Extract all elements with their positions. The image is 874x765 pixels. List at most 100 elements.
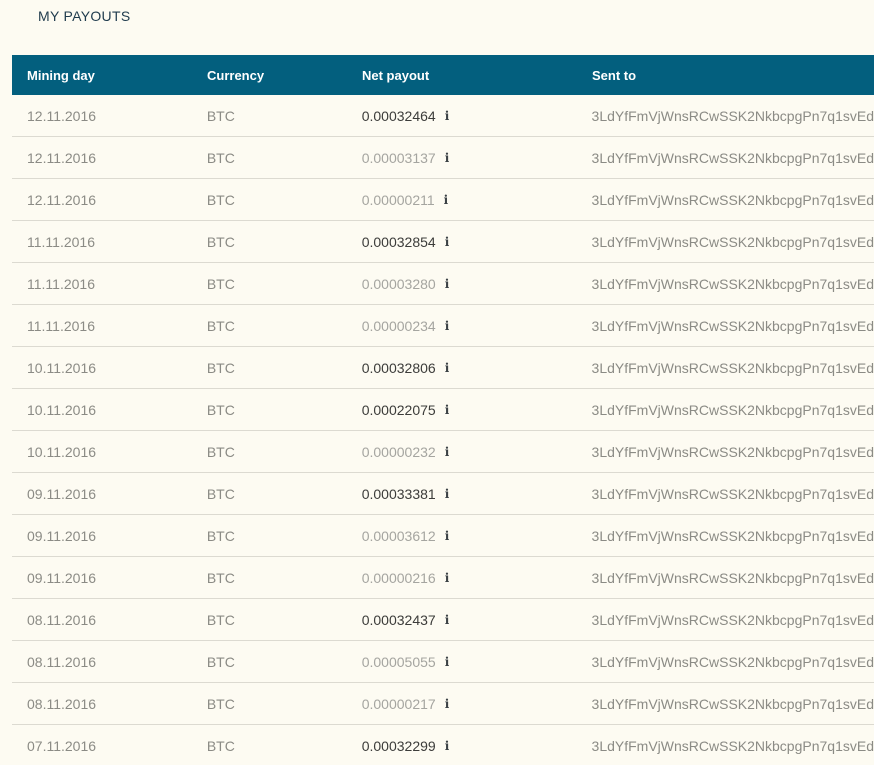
mining-day-cell: 09.11.2016 [27, 527, 97, 544]
info-icon[interactable]: i [445, 571, 450, 585]
table-row: 09.11.2016 BTC 0.00000216 i 3LdYfFmVjWnsRCwS… [12, 557, 874, 599]
payouts-page: MY PAYOUTS Mining day Currency Net payou… [0, 0, 874, 765]
net-payout-cell: 0.00032464 i [362, 108, 577, 124]
currency-cell: BTC [206, 611, 235, 628]
table-row: 10.11.2016 BTC 0.00022075 i 3LdYfFmVjWnsRCwS… [12, 389, 874, 431]
net-payout-value: 0.00033381 [361, 485, 436, 502]
sent-to-address: 3LdYfFmVjWnsRCwSSK2NkbcpgPn7q1svEd [591, 233, 874, 250]
mining-day-cell: 12.11.2016 [27, 107, 97, 124]
currency-cell: BTC [206, 275, 235, 292]
sent-to-address: 3LdYfFmVjWnsRCwSSK2NkbcpgPn7q1svEd [591, 695, 874, 712]
table-header: Mining day Currency Net payout Sent to [12, 55, 874, 95]
sent-to-address: 3LdYfFmVjWnsRCwSSK2NkbcpgPn7q1svEd [591, 275, 874, 292]
net-payout-cell: 0.00032437 i [362, 612, 577, 628]
mining-day-cell: 11.11.2016 [27, 233, 95, 250]
net-payout-cell: 0.00005055 i [362, 654, 577, 670]
info-icon[interactable]: i [445, 151, 450, 165]
currency-cell: BTC [206, 737, 235, 754]
table-row: 11.11.2016 BTC 0.00003280 i 3LdYfFmVjWnsRCwS… [12, 263, 874, 305]
info-icon[interactable]: i [445, 655, 450, 669]
net-payout-cell: 0.00033381 i [362, 486, 577, 502]
table-row: 08.11.2016 BTC 0.00032437 i 3LdYfFmVjWnsRCwS… [12, 599, 874, 641]
mining-day-cell: 07.11.2016 [27, 737, 97, 754]
currency-cell: BTC [206, 527, 235, 544]
sent-to-address: 3LdYfFmVjWnsRCwSSK2NkbcpgPn7q1svEd [591, 401, 874, 418]
info-icon[interactable]: i [445, 235, 450, 249]
net-payout-value: 0.00003137 [361, 149, 436, 166]
page-title: MY PAYOUTS [38, 8, 131, 24]
currency-cell: BTC [206, 401, 235, 418]
sent-to-address: 3LdYfFmVjWnsRCwSSK2NkbcpgPn7q1svEd [591, 653, 874, 670]
table-row: 08.11.2016 BTC 0.00005055 i 3LdYfFmVjWnsRCwS… [12, 641, 874, 683]
net-payout-cell: 0.00003280 i [362, 276, 577, 292]
net-payout-cell: 0.00000232 i [362, 444, 577, 460]
header-currency[interactable]: Currency [207, 68, 362, 83]
info-icon[interactable]: i [445, 697, 450, 711]
info-icon[interactable]: i [445, 277, 450, 291]
net-payout-cell: 0.00022075 i [362, 402, 577, 418]
table-row: 09.11.2016 BTC 0.00003612 i 3LdYfFmVjWnsRCwS… [12, 515, 874, 557]
info-icon[interactable]: i [445, 613, 450, 627]
currency-cell: BTC [206, 695, 235, 712]
info-icon[interactable]: i [445, 109, 450, 123]
payouts-table: Mining day Currency Net payout Sent to 1… [12, 55, 874, 765]
mining-day-cell: 10.11.2016 [27, 443, 97, 460]
net-payout-cell: 0.00003137 i [362, 150, 577, 166]
mining-day-cell: 08.11.2016 [27, 695, 97, 712]
table-row: 12.11.2016 BTC 0.00003137 i 3LdYfFmVjWnsRCwS… [12, 137, 874, 179]
net-payout-value: 0.00022075 [361, 401, 436, 418]
info-icon[interactable]: i [445, 529, 450, 543]
net-payout-value: 0.00000216 [361, 569, 436, 586]
table-row: 12.11.2016 BTC 0.00000211 i 3LdYfFmVjWnsRCwS… [12, 179, 874, 221]
net-payout-value: 0.00032854 [361, 233, 436, 250]
mining-day-cell: 09.11.2016 [27, 569, 97, 586]
info-icon[interactable]: i [445, 361, 450, 375]
sent-to-address: 3LdYfFmVjWnsRCwSSK2NkbcpgPn7q1svEd [591, 191, 874, 208]
sent-to-address: 3LdYfFmVjWnsRCwSSK2NkbcpgPn7q1svEd [591, 149, 874, 166]
mining-day-cell: 11.11.2016 [27, 275, 95, 292]
currency-cell: BTC [206, 569, 235, 586]
info-icon[interactable]: i [444, 193, 449, 207]
currency-cell: BTC [206, 191, 235, 208]
currency-cell: BTC [206, 653, 235, 670]
table-row: 10.11.2016 BTC 0.00032806 i 3LdYfFmVjWnsRCwS… [12, 347, 874, 389]
table-row: 07.11.2016 BTC 0.00032299 i 3LdYfFmVjWnsRCwS… [12, 725, 874, 765]
info-icon[interactable]: i [445, 403, 450, 417]
mining-day-cell: 08.11.2016 [27, 611, 97, 628]
table-row: 11.11.2016 BTC 0.00000234 i 3LdYfFmVjWnsRCwS… [12, 305, 874, 347]
net-payout-value: 0.00000217 [361, 695, 436, 712]
header-net-payout[interactable]: Net payout [362, 68, 577, 83]
sent-to-address: 3LdYfFmVjWnsRCwSSK2NkbcpgPn7q1svEd [591, 485, 874, 502]
sent-to-address: 3LdYfFmVjWnsRCwSSK2NkbcpgPn7q1svEd [591, 569, 874, 586]
sent-to-address: 3LdYfFmVjWnsRCwSSK2NkbcpgPn7q1svEd [591, 359, 874, 376]
net-payout-cell: 0.00000211 i [362, 192, 577, 208]
net-payout-value: 0.00000232 [361, 443, 436, 460]
currency-cell: BTC [206, 485, 235, 502]
table-body: 12.11.2016 BTC 0.00032464 i 3LdYfFmVjWnsRCwS… [12, 95, 874, 765]
net-payout-value: 0.00032464 [361, 107, 436, 124]
info-icon[interactable]: i [445, 319, 450, 333]
net-payout-cell: 0.00032806 i [362, 360, 577, 376]
header-mining-day[interactable]: Mining day [12, 68, 207, 83]
net-payout-value: 0.00032299 [361, 737, 436, 754]
net-payout-value: 0.00032437 [361, 611, 436, 628]
info-icon[interactable]: i [445, 739, 450, 753]
net-payout-value: 0.00003280 [361, 275, 436, 292]
sent-to-address: 3LdYfFmVjWnsRCwSSK2NkbcpgPn7q1svEd [591, 443, 874, 460]
table-row: 10.11.2016 BTC 0.00000232 i 3LdYfFmVjWnsRCwS… [12, 431, 874, 473]
mining-day-cell: 11.11.2016 [27, 317, 95, 334]
table-row: 09.11.2016 BTC 0.00033381 i 3LdYfFmVjWnsRCwS… [12, 473, 874, 515]
sent-to-address: 3LdYfFmVjWnsRCwSSK2NkbcpgPn7q1svEd [591, 107, 874, 124]
mining-day-cell: 10.11.2016 [27, 359, 97, 376]
currency-cell: BTC [206, 359, 235, 376]
table-row: 11.11.2016 BTC 0.00032854 i 3LdYfFmVjWnsRCwS… [12, 221, 874, 263]
net-payout-cell: 0.00000216 i [362, 570, 577, 586]
header-sent-to[interactable]: Sent to [577, 68, 874, 83]
currency-cell: BTC [206, 443, 235, 460]
net-payout-value: 0.00032806 [361, 359, 436, 376]
info-icon[interactable]: i [445, 445, 450, 459]
net-payout-value: 0.00003612 [361, 527, 436, 544]
mining-day-cell: 08.11.2016 [27, 653, 97, 670]
info-icon[interactable]: i [445, 487, 450, 501]
net-payout-cell: 0.00000234 i [362, 318, 577, 334]
